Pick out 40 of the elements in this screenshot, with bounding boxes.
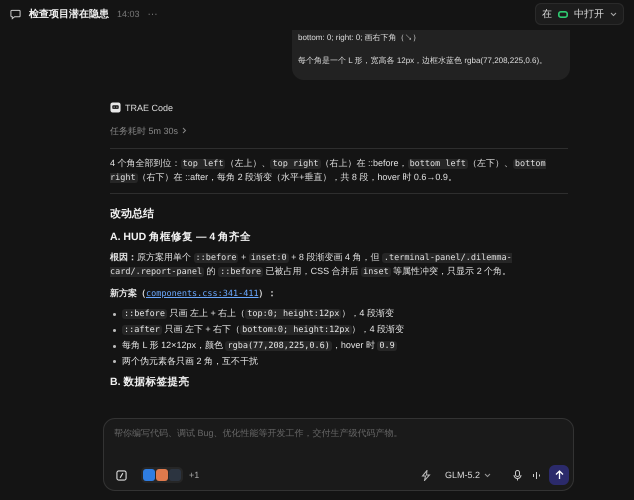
section-heading: 改动总结	[110, 206, 155, 221]
assistant-name: TRAE Code	[125, 102, 174, 112]
robot-icon	[110, 102, 121, 113]
bullet-icon	[113, 344, 116, 348]
extra-count: +1	[189, 470, 200, 480]
edit-icon[interactable]	[114, 468, 129, 482]
tool-icon	[169, 469, 181, 481]
caret-icon	[484, 472, 491, 478]
chevron-icon	[182, 127, 188, 134]
send-button[interactable]	[549, 465, 569, 485]
arrow-up-icon	[554, 470, 564, 480]
task-time-link[interactable]: 任务耗时 5m 30s	[110, 125, 188, 138]
chat-title: 检查项目潜在隐患	[29, 8, 109, 21]
bullet-icon	[113, 312, 116, 316]
app-icon	[558, 10, 568, 18]
chat-icon	[10, 8, 21, 20]
message-paragraph: 4 个角全部到位： top left （左上）、 top right （右上）在 ::before， bottom left （左下）、 bottom right （右下）在 ::after，每角 2 段渐变（水平+垂直），共 8 段，hover 时 0.6→0.9。	[110, 157, 547, 185]
message-paragraph: 新方案（components.css:341-411）：	[110, 287, 278, 301]
message-paragraph: 根因：原方案用单个 ::before + inset:0 + 8 段渐变画 4 角，但 .terminal-panel/.dilemma-card/.report-panel 的 ::before 已被占用，CSS 合并后 inset 等属性冲突，只显示 2 个角。	[110, 251, 513, 279]
subsection-heading: B. 数据标签提亮	[110, 375, 190, 389]
lightning-icon[interactable]	[418, 468, 433, 482]
chat-time: 14:03	[117, 9, 140, 19]
tool-icon	[143, 469, 155, 481]
more-button[interactable]: ···	[148, 8, 158, 20]
caret-icon[interactable]	[610, 12, 617, 16]
user-message: bottom: 0; right: 0; 画右下角（↘） 每个角是一个 L 形，宽高各 12px，边框水蓝色 rgba(77,208,225,0.6)。	[292, 30, 570, 80]
bullet-icon	[113, 328, 116, 332]
tool-chips[interactable]	[141, 467, 183, 483]
tool-icon	[156, 469, 168, 481]
subsection-heading: A. HUD 角框修复 — 4 角齐全	[110, 230, 252, 244]
bullet-text: ::after 只画 左下 + 右下（ bottom:0; height:12px ），4 段渐变	[122, 323, 404, 337]
model-select[interactable]: GLM-5.2	[438, 469, 497, 481]
open-in-button[interactable]: 在 中打开	[535, 3, 624, 25]
file-link[interactable]: components.css:341-411	[146, 289, 259, 299]
microphone-icon[interactable]	[511, 468, 524, 482]
bullet-icon	[113, 360, 116, 363]
bullet-text: ::before 只画 左上 + 右上（ top:0; height:12px ），4 段渐变	[122, 307, 394, 321]
message-input[interactable]: 帮你编写代码、调试 Bug、优化性能等开发工作，交付生产级代码产物。 +1 GLM-5.2	[103, 418, 574, 491]
bullet-text: 每角 L 形 12×12px，颜色 rgba(77,208,225,0.6) ，hover 时 0.9	[122, 339, 397, 353]
bullet-text: 两个伪元素各只画 2 角，互不干扰	[122, 355, 258, 368]
